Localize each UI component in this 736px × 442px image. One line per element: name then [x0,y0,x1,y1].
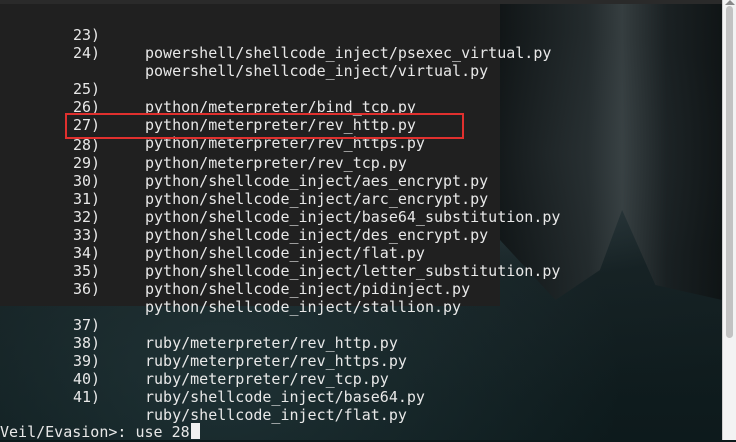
option-path: ruby/meterpreter/rev_tcp.py [145,370,389,388]
option-path: powershell/shellcode_inject/virtual.py [145,62,489,80]
option-path: ruby/shellcode_inject/base64.py [145,388,425,406]
list-item: 35) python/shellcode_inject/pidinject.py [0,244,470,298]
option-path: python/shellcode_inject/base64_substitut… [145,208,561,226]
option-number: 37) [73,316,101,334]
option-number: 40) [73,370,101,388]
option-number: 38) [73,334,101,352]
list-item: 27) python/meterpreter/rev_https.py [0,98,425,152]
highlight-box-rev-tcp [65,113,464,139]
list-item: 24) powershell/shellcode_inject/virtual.… [0,26,488,80]
option-number: 36) [73,280,101,298]
option-path: python/meterpreter/rev_tcp.py [145,154,407,172]
option-number: 25) [73,80,101,98]
text-cursor [190,423,200,439]
list-item: 39) ruby/meterpreter/rev_tcp.py [0,334,389,388]
option-number: 32) [73,208,101,226]
list-item: 41) ruby/shellcode_inject/flat.py [0,370,407,424]
option-path: python/shellcode_inject/stallion.py [145,298,462,316]
list-item: 33) python/shellcode_inject/flat.py [0,208,425,262]
scroll-up-arrow-icon[interactable] [725,0,735,5]
list-item-highlighted: 28) python/meterpreter/rev_tcp.py [0,118,407,172]
option-path: python/shellcode_inject/flat.py [145,244,425,262]
list-item: 23) powershell/shellcode_inject/psexec_v… [0,8,551,62]
list-item: 37) ruby/meterpreter/rev_http.py [0,298,398,352]
list-item: 31) python/shellcode_inject/base64_subst… [0,172,560,226]
option-path: ruby/meterpreter/rev_https.py [145,352,407,370]
option-path: python/shellcode_inject/des_encrypt.py [145,226,489,244]
scrollbar-thumb[interactable] [726,6,733,338]
list-item: 25) python/meterpreter/bind_tcp.py [0,62,416,116]
option-number: 24) [73,44,101,62]
option-path: ruby/meterpreter/rev_http.py [145,334,398,352]
list-item: 26) python/meterpreter/rev_http.py [0,80,416,134]
list-item: 40) ruby/shellcode_inject/base64.py [0,352,425,406]
vertical-scrollbar[interactable] [722,0,736,440]
option-number: 41) [73,388,101,406]
command-input-text[interactable]: use 28 [135,423,189,441]
option-path: python/shellcode_inject/pidinject.py [145,280,471,298]
option-number: 34) [73,244,101,262]
list-item: 38) ruby/meterpreter/rev_https.py [0,316,407,370]
window-menubar-edge [0,0,736,4]
option-number: 39) [73,352,101,370]
list-item: 30) python/shellcode_inject/arc_encrypt.… [0,154,488,208]
option-path: python/shellcode_inject/aes_encrypt.py [145,172,489,190]
option-path: ruby/shellcode_inject/flat.py [145,406,407,424]
option-path: python/shellcode_inject/letter_substitut… [145,262,561,280]
command-prompt[interactable]: Veil/Evasion>: use 28 [0,423,200,441]
option-number: 33) [73,226,101,244]
option-number: 29) [73,154,101,172]
option-path: powershell/shellcode_inject/psexec_virtu… [145,44,552,62]
option-number: 30) [73,172,101,190]
list-item: 34) python/shellcode_inject/letter_subst… [0,226,560,280]
list-item: 29) python/shellcode_inject/aes_encrypt.… [0,136,488,190]
list-item: 36) python/shellcode_inject/stallion.py [0,262,461,316]
option-number: 31) [73,190,101,208]
option-path: python/shellcode_inject/arc_encrypt.py [145,190,489,208]
option-number: 23) [73,26,101,44]
prompt-label: Veil/Evasion>: [0,423,127,441]
list-item: 32) python/shellcode_inject/des_encrypt.… [0,190,488,244]
option-number: 35) [73,262,101,280]
